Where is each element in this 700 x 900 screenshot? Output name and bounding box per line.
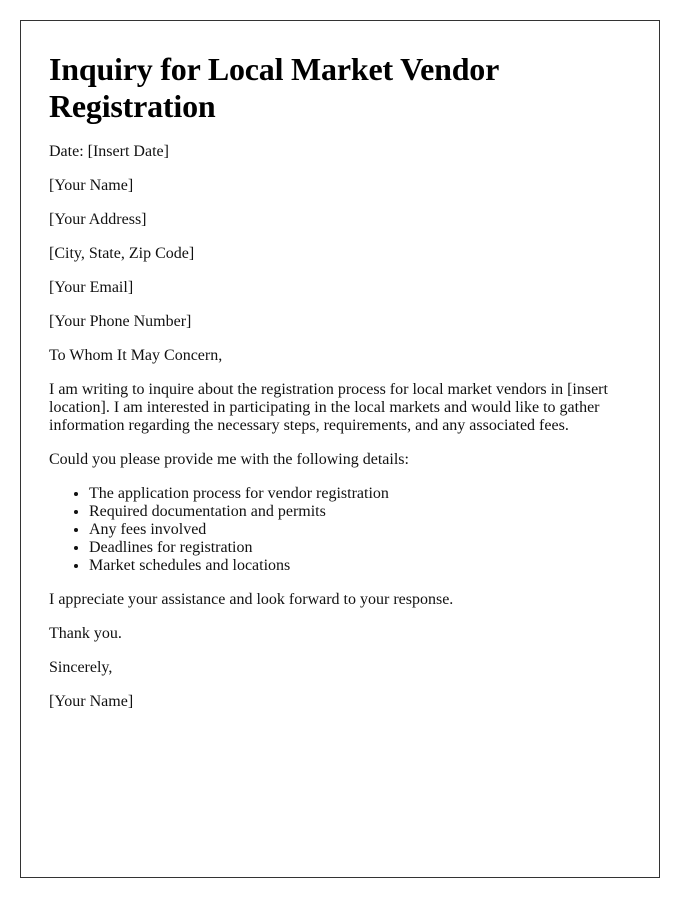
list-intro: Could you please provide me with the fol… (49, 451, 409, 468)
body-paragraph: I am writing to inquire about the regist… (49, 381, 608, 434)
appreciation-line: I appreciate your assistance and look fo… (49, 591, 454, 608)
details-list-item: Deadlines for registration (89, 539, 631, 557)
closing: Sincerely, (49, 659, 113, 676)
sender-email: [Your Email] (49, 279, 134, 296)
details-list-item: The application process for vendor regis… (89, 485, 631, 503)
date-line: Date: [Insert Date] (49, 143, 169, 160)
details-list-item: Market schedules and locations (89, 557, 631, 575)
sender-address: [Your Address] (49, 211, 147, 228)
salutation: To Whom It May Concern, (49, 347, 223, 364)
sender-name: [Your Name] (49, 177, 134, 194)
thanks-line: Thank you. (49, 625, 122, 642)
letter-container: Inquiry for Local Market Vendor Registra… (20, 20, 660, 878)
sender-phone: [Your Phone Number] (49, 313, 192, 330)
letter-title: Inquiry for Local Market Vendor Registra… (49, 51, 499, 124)
details-list-item: Any fees involved (89, 521, 631, 539)
sender-city-state-zip: [City, State, Zip Code] (49, 245, 195, 262)
signature: [Your Name] (49, 693, 134, 710)
details-list-item: Required documentation and permits (89, 503, 631, 521)
details-list: The application process for vendor regis… (49, 485, 631, 575)
